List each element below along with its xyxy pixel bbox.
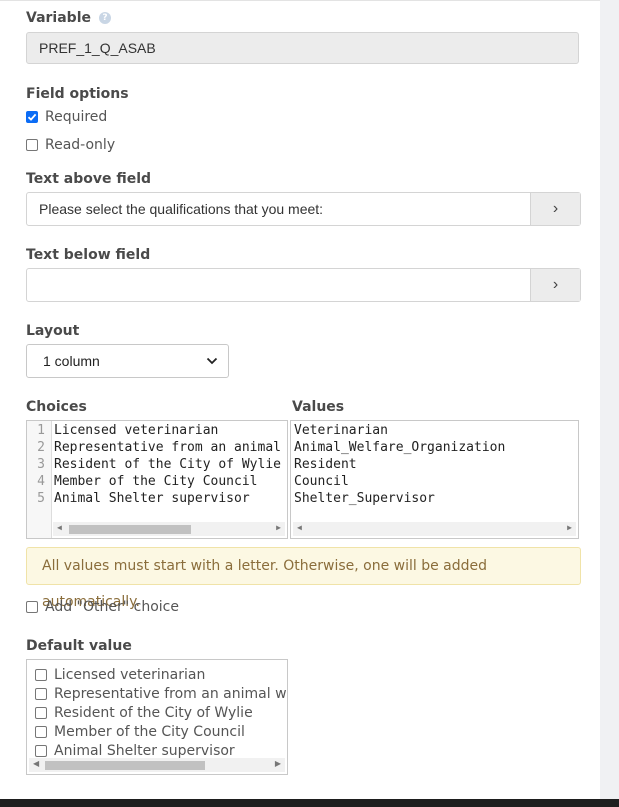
value-line[interactable]: Council <box>294 473 505 490</box>
bottom-bar <box>0 799 619 807</box>
variable-label: Variable? <box>26 10 111 26</box>
chevron-right-icon: › <box>552 200 559 217</box>
line-number: 3 <box>37 457 45 472</box>
values-horizontal-scrollbar[interactable]: ◀ ▶ <box>293 522 576 536</box>
field-settings-panel: Variable? PREF_1_Q_ASAB Field options Re… <box>0 0 600 800</box>
text-below-group: › <box>26 268 581 302</box>
values-label: Values <box>292 399 345 415</box>
layout-selected-value: 1 column <box>43 353 100 369</box>
default-option-checkbox[interactable] <box>35 688 47 700</box>
other-choice-checkbox-row[interactable]: Add "Other" choice <box>26 599 179 615</box>
checkmark-icon <box>27 113 37 121</box>
default-option-checkbox[interactable] <box>35 669 47 681</box>
default-value-option[interactable]: Resident of the City of Wylie <box>35 705 253 721</box>
required-label: Required <box>45 109 108 125</box>
layout-select[interactable]: 1 column <box>26 344 229 378</box>
required-checkbox[interactable] <box>26 111 38 123</box>
other-choice-checkbox[interactable] <box>26 601 38 613</box>
scroll-right-icon[interactable]: ▶ <box>275 759 281 768</box>
help-icon[interactable]: ? <box>98 12 111 24</box>
choice-line[interactable]: Resident of the City of Wylie <box>54 456 287 473</box>
default-option-label: Member of the City Council <box>54 724 245 740</box>
values-warning-notice: All values must start with a letter. Oth… <box>26 547 581 610</box>
values-editor[interactable]: Veterinarian Animal_Welfare_Organization… <box>290 420 579 539</box>
value-line[interactable]: Resident <box>294 456 505 473</box>
line-number: 1 <box>37 423 45 438</box>
default-value-horizontal-scrollbar[interactable]: ◀ ▶ <box>29 758 285 772</box>
required-checkbox-row[interactable]: Required <box>26 109 107 125</box>
readonly-checkbox[interactable] <box>26 139 38 151</box>
scrollbar-thumb[interactable] <box>45 761 205 770</box>
default-option-label: Resident of the City of Wylie <box>54 705 253 721</box>
layout-label: Layout <box>26 323 80 339</box>
value-line[interactable]: Animal_Welfare_Organization <box>294 439 505 456</box>
choice-line[interactable]: Animal Shelter supervisor <box>54 490 287 507</box>
line-number: 4 <box>37 474 45 489</box>
text-below-label: Text below field <box>26 247 151 263</box>
scrollbar-thumb[interactable] <box>69 525 191 534</box>
default-value-list: Licensed veterinarian Representative fro… <box>26 659 288 775</box>
readonly-label: Read-only <box>45 137 116 153</box>
default-option-checkbox[interactable] <box>35 745 47 757</box>
default-value-option[interactable]: Member of the City Council <box>35 724 245 740</box>
default-value-label: Default value <box>26 638 132 654</box>
scroll-left-icon[interactable]: ◀ <box>57 523 62 532</box>
scroll-right-icon[interactable]: ▶ <box>276 523 281 532</box>
choices-horizontal-scrollbar[interactable]: ◀ ▶ <box>53 522 285 536</box>
variable-label-text: Variable <box>26 10 91 26</box>
text-above-expand-button[interactable]: › <box>530 193 580 225</box>
line-number-gutter: 1 2 3 4 5 <box>27 421 52 538</box>
default-option-label: Licensed veterinarian <box>54 667 206 683</box>
text-above-group: Please select the qualifications that yo… <box>26 192 581 226</box>
line-number: 2 <box>37 440 45 455</box>
value-line[interactable]: Shelter_Supervisor <box>294 490 505 507</box>
chevron-down-icon <box>206 357 218 365</box>
default-value-option[interactable]: Licensed veterinarian <box>35 667 205 683</box>
choices-label: Choices <box>26 399 87 415</box>
default-option-checkbox[interactable] <box>35 707 47 719</box>
choices-editor[interactable]: 1 2 3 4 5 Licensed veterinarian Represen… <box>26 420 288 539</box>
text-above-input[interactable]: Please select the qualifications that yo… <box>27 193 530 225</box>
default-option-label: Representative from an animal welf <box>54 686 288 702</box>
other-choice-label: Add "Other" choice <box>45 599 179 615</box>
chevron-right-icon: › <box>552 276 559 293</box>
scroll-left-icon[interactable]: ◀ <box>297 523 302 532</box>
default-value-option[interactable]: Animal Shelter supervisor <box>35 743 235 759</box>
scroll-left-icon[interactable]: ◀ <box>33 759 39 768</box>
text-above-label: Text above field <box>26 171 152 187</box>
readonly-checkbox-row[interactable]: Read-only <box>26 137 115 153</box>
text-below-expand-button[interactable]: › <box>530 269 580 301</box>
choice-line[interactable]: Licensed veterinarian <box>54 422 287 439</box>
scroll-right-icon[interactable]: ▶ <box>567 523 572 532</box>
variable-input[interactable]: PREF_1_Q_ASAB <box>26 32 579 64</box>
field-options-label: Field options <box>26 86 129 102</box>
default-value-option[interactable]: Representative from an animal welf <box>35 686 288 702</box>
text-below-input[interactable] <box>27 269 530 301</box>
value-line[interactable]: Veterinarian <box>294 422 505 439</box>
default-option-label: Animal Shelter supervisor <box>54 743 235 759</box>
default-option-checkbox[interactable] <box>35 726 47 738</box>
line-number: 5 <box>37 491 45 506</box>
choice-line[interactable]: Member of the City Council <box>54 473 287 490</box>
choice-line[interactable]: Representative from an animal w <box>54 439 287 456</box>
